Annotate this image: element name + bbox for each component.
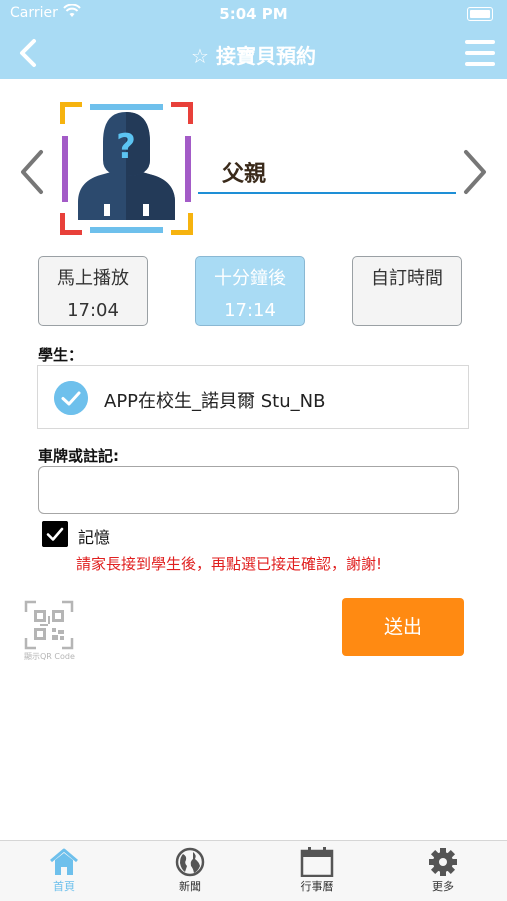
student-label: 學生： — [38, 346, 84, 364]
pickup-person-name: 父親 — [222, 162, 267, 187]
unknown-person-avatar-icon: ? — [60, 102, 193, 235]
tab-news[interactable]: 新聞 — [140, 845, 240, 899]
play-now-button[interactable]: 馬上播放 17:04 — [38, 256, 148, 326]
plate-label: 車牌或註記: — [38, 447, 119, 465]
time-option-label: 自訂時間 — [371, 268, 443, 289]
tab-home[interactable]: 首頁 — [14, 845, 114, 899]
gear-icon — [429, 848, 457, 876]
tab-label: 首頁 — [53, 880, 75, 893]
qr-code-label: 顯示QR Code — [24, 652, 75, 661]
student-name: APP在校生_諾貝爾 Stu_NB — [104, 391, 326, 412]
pickup-person-field[interactable]: 父親 — [198, 150, 456, 194]
svg-text:?: ? — [116, 127, 136, 167]
time-option-label: 十分鐘後 — [214, 268, 286, 289]
status-bar: Carrier 5:04 PM — [0, 0, 507, 28]
submit-button[interactable]: 送出 — [342, 598, 464, 656]
globe-icon — [175, 847, 205, 877]
student-list-item[interactable]: APP在校生_諾貝爾 Stu_NB — [37, 365, 469, 429]
ten-minutes-later-button[interactable]: 十分鐘後 17:14 — [195, 256, 305, 326]
home-icon — [50, 848, 78, 875]
remember-checkbox[interactable] — [42, 521, 68, 547]
pickup-notice: 請家長接到學生後，再點選已接走確認，謝謝! — [76, 555, 383, 573]
time-option-time: 17:14 — [224, 300, 276, 321]
next-person-icon[interactable] — [460, 148, 492, 196]
tab-more[interactable]: 更多 — [393, 845, 493, 899]
remember-label: 記憶 — [78, 528, 111, 547]
time-option-label: 馬上播放 — [57, 268, 129, 289]
calendar-icon — [300, 847, 334, 877]
plate-note-input[interactable] — [38, 466, 459, 514]
battery-icon — [467, 7, 493, 21]
custom-time-button[interactable]: 自訂時間 — [352, 256, 462, 326]
tab-label: 行事曆 — [300, 880, 334, 893]
nav-bar: ☆ 接寶貝預約 — [0, 28, 507, 79]
checkmark-circle-icon — [54, 381, 88, 415]
page-title: ☆ 接寶貝預約 — [191, 44, 316, 68]
show-qr-code-button[interactable]: 顯示QR Code — [24, 600, 76, 662]
clock: 5:04 PM — [219, 5, 288, 23]
previous-person-icon[interactable] — [15, 148, 47, 196]
qr-code-icon — [24, 600, 74, 650]
tab-label: 更多 — [432, 880, 454, 893]
menu-icon[interactable] — [465, 40, 495, 66]
tab-bar: 首頁 新聞 行事曆 更多 — [0, 840, 507, 901]
tab-label: 新聞 — [179, 880, 201, 893]
time-option-time: 17:04 — [67, 300, 119, 321]
tab-calendar[interactable]: 行事曆 — [267, 845, 367, 899]
